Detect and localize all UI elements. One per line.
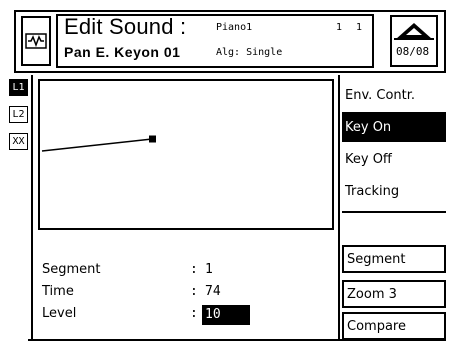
segment-colon: : — [190, 262, 198, 277]
page-up-arrow-icon — [394, 23, 434, 40]
header-border-right — [444, 10, 446, 73]
segment-label: Segment — [42, 262, 101, 277]
envelope-display[interactable] — [38, 79, 334, 230]
level-colon: : — [190, 306, 198, 321]
header-border-bottom — [14, 71, 446, 73]
page-title: Edit Sound : — [64, 14, 187, 39]
time-value[interactable]: 74 — [205, 284, 221, 299]
time-colon: : — [190, 284, 198, 299]
algorithm-label: Alg: Single — [216, 47, 283, 58]
envelope-segment-line — [41, 138, 153, 152]
page-indicator: 08/08 — [396, 45, 430, 58]
channel-b: 1 — [356, 22, 363, 33]
layer-tab-xx[interactable]: XX — [9, 133, 28, 150]
channel-a: 1 — [336, 22, 343, 33]
compare-button[interactable]: Compare — [342, 312, 446, 340]
level-value[interactable]: 10 — [202, 305, 250, 325]
envelope-point-handle — [149, 135, 156, 143]
menu-key-off[interactable]: Key Off — [342, 144, 446, 174]
sound-name: Pan E. Keyon 01 — [64, 44, 181, 60]
menu-key-on[interactable]: Key On — [342, 112, 446, 142]
waveform-icon — [25, 33, 47, 49]
right-separator — [338, 75, 340, 341]
time-label: Time — [42, 284, 74, 299]
page-button[interactable] — [390, 15, 438, 67]
program-name: Piano1 — [216, 22, 253, 33]
menu-tracking[interactable]: Tracking — [342, 176, 446, 206]
header-border-left — [14, 10, 16, 73]
left-separator — [31, 75, 33, 341]
header-border-top — [14, 10, 446, 12]
waveform-button[interactable] — [21, 16, 51, 66]
layer-tab-l2[interactable]: L2 — [9, 106, 28, 123]
zoom-button[interactable]: Zoom 3 — [342, 280, 446, 308]
menu-env-contr[interactable]: Env. Contr. — [342, 80, 446, 110]
layer-tab-l1[interactable]: L1 — [9, 79, 28, 96]
level-label: Level — [42, 306, 77, 321]
segment-button[interactable]: Segment — [342, 245, 446, 273]
envelope-graph — [41, 135, 156, 152]
menu-divider — [342, 211, 446, 213]
segment-value[interactable]: 1 — [205, 262, 213, 277]
